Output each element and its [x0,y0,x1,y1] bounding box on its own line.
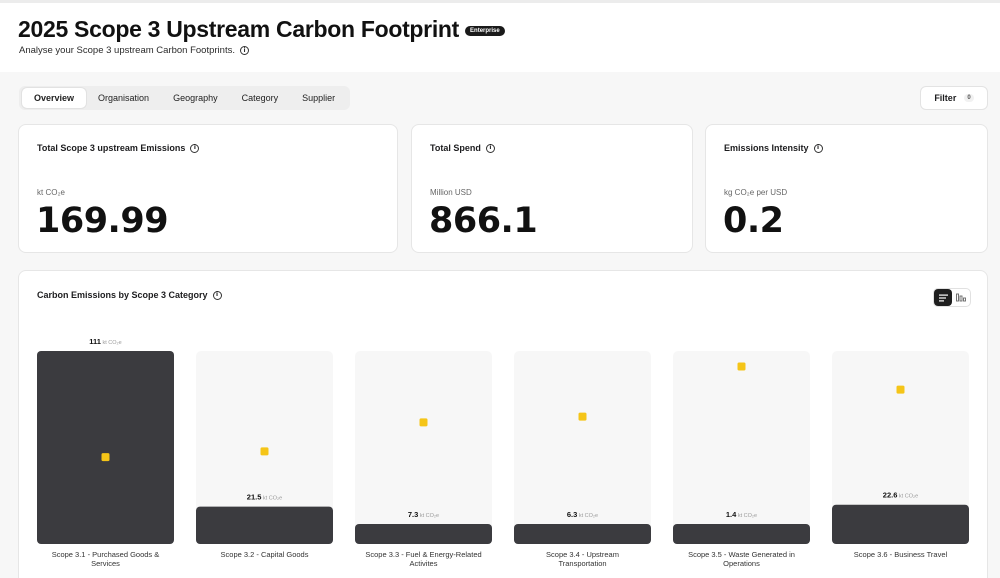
chart-column: 22.6 kt CO₂eScope 3.6 - Business Travel [832,351,969,559]
card-value: 169.99 [36,201,169,241]
card-value: 0.2 [723,201,784,241]
card-unit: kt CO₂e [37,188,65,197]
info-icon[interactable]: i [190,143,200,153]
page-title: 2025 Scope 3 Upstream Carbon Footprint [18,16,460,42]
category-label: Transportation [558,559,606,568]
target-marker [101,453,110,462]
bar [514,524,651,544]
info-icon[interactable]: i [239,46,249,55]
category-label: Activites [410,559,438,568]
card-title: Total Scope 3 upstream Emissions i [37,143,200,153]
tab-geography[interactable]: Geography [161,88,230,108]
bar [832,504,969,544]
card-value: 866.1 [429,201,538,241]
target-marker [896,385,905,394]
bar [37,351,174,544]
chart-column: 7.3 kt CO₂eScope 3.3 - Fuel & Energy-Rel… [355,351,492,568]
bar [355,524,492,544]
card-title-text: Total Spend [430,143,481,153]
chart-column: 6.3 kt CO₂eScope 3.4 - UpstreamTransport… [514,351,651,568]
card-title-text: Total Scope 3 upstream Emissions [37,143,186,153]
filter-button[interactable]: Filter 0 [920,86,988,110]
card-title: Emissions Intensity i [724,143,823,153]
subtitle-row: Analyse your Scope 3 upstream Carbon Foo… [19,45,249,56]
emissions-intensity-card: Emissions Intensity i kg CO₂e per USD 0.… [705,124,988,253]
page-header: 2025 Scope 3 Upstream Carbon Footprint E… [0,0,1000,72]
tab-organisation[interactable]: Organisation [86,88,161,108]
view-tabs: Overview Organisation Geography Category… [19,86,351,110]
total-spend-card: Total Spend i Million USD 866.1 [411,124,693,253]
card-title: Total Spend i [430,143,495,153]
info-icon[interactable]: i [813,143,823,153]
target-marker [419,418,428,427]
chart-column: 1.4 kt CO₂eScope 3.5 - Waste Generated i… [673,351,810,568]
filter-count-badge: 0 [964,94,974,102]
target-marker [737,362,746,371]
category-label: Operations [723,559,760,568]
tab-overview[interactable]: Overview [22,88,87,108]
target-marker [260,447,269,456]
chart-column: 111 kt CO₂e Scope 3.1 - Purchased Goods &… [37,337,174,568]
category-label: Scope 3.1 - Purchased Goods & [52,550,160,559]
data-label: 111 kt CO₂e [89,337,121,346]
category-label: Scope 3.6 - Business Travel [854,550,948,559]
title-row: 2025 Scope 3 Upstream Carbon Footprint E… [18,16,505,43]
card-unit: kg CO₂e per USD [724,188,788,197]
emissions-chart-card: Carbon Emissions by Scope 3 Category i 1… [18,270,988,578]
info-icon[interactable]: i [485,143,495,153]
chart-column: 21.5 kt CO₂eScope 3.2 - Capital Goods [196,351,333,559]
category-label: Scope 3.3 - Fuel & Energy-Related [365,550,481,559]
category-label: Scope 3.5 - Waste Generated in [688,550,795,559]
category-label: Scope 3.2 - Capital Goods [221,550,309,559]
tab-supplier[interactable]: Supplier [290,88,347,108]
bar [196,506,333,544]
card-title-text: Emissions Intensity [724,143,809,153]
card-unit: Million USD [430,188,472,197]
tab-category[interactable]: Category [230,88,291,108]
total-emissions-card: Total Scope 3 upstream Emissions i kt CO… [18,124,398,253]
page-subtitle: Analyse your Scope 3 upstream Carbon Foo… [19,45,235,56]
bar [673,524,810,544]
target-marker [578,412,587,421]
category-label: Scope 3.4 - Upstream [546,550,619,559]
category-label: Services [91,559,120,568]
enterprise-badge: Enterprise [465,25,505,36]
emissions-bar-chart: 111 kt CO₂e Scope 3.1 - Purchased Goods &… [37,337,969,568]
filter-label: Filter [934,93,957,103]
